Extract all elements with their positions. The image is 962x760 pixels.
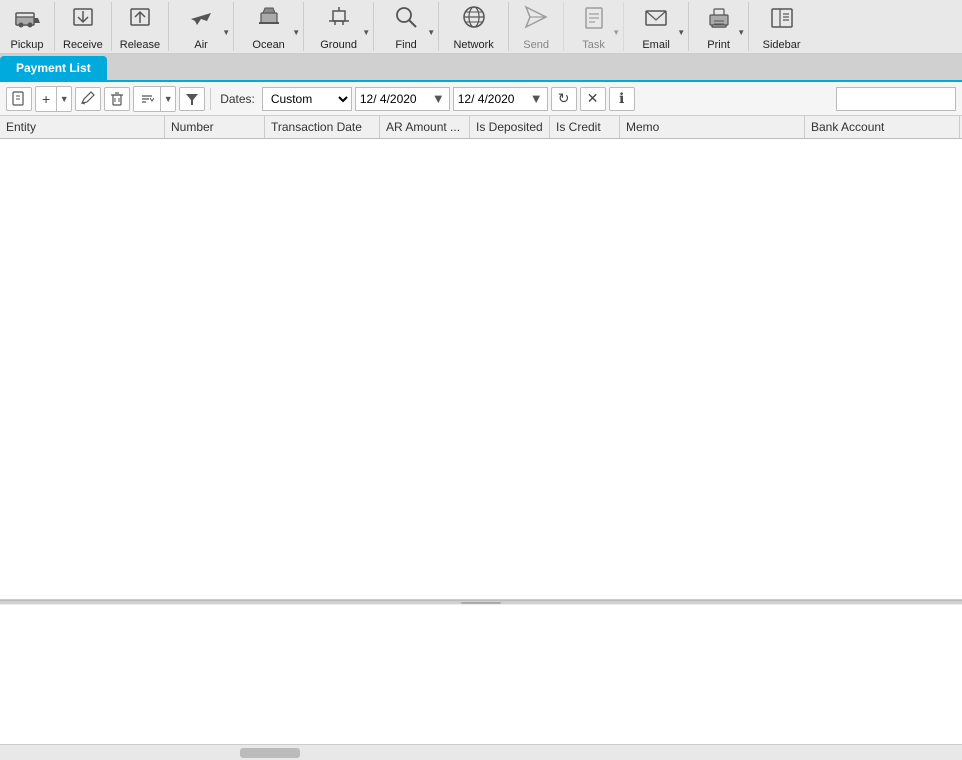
email-icon <box>642 3 670 37</box>
ground-icon <box>325 3 353 37</box>
sort-button-group[interactable]: ▼ <box>133 86 176 112</box>
toolbar-task[interactable]: Task ▼ <box>564 2 624 51</box>
toolbar-print[interactable]: Print ▼ <box>689 2 749 51</box>
air-icon <box>187 3 215 37</box>
date-from-group: ▼ <box>355 87 450 111</box>
release-icon <box>126 3 154 37</box>
toolbar-receive[interactable]: Receive <box>55 2 112 51</box>
split-handle-grip <box>461 602 501 604</box>
separator-1 <box>210 88 211 110</box>
ocean-dropdown-arrow: ▼ <box>292 28 300 37</box>
send-label: Send <box>523 39 549 51</box>
tab-bar: Payment List <box>0 54 962 82</box>
air-label: Air <box>194 39 207 51</box>
toolbar-find[interactable]: Find ▼ <box>374 2 439 51</box>
new-button[interactable] <box>6 87 32 111</box>
col-header-number[interactable]: Number <box>165 116 265 138</box>
receive-label: Receive <box>63 39 103 51</box>
toolbar-email[interactable]: Email ▼ <box>624 2 689 51</box>
col-header-entity[interactable]: Entity <box>0 116 165 138</box>
sidebar-icon <box>768 3 796 37</box>
email-label: Email <box>642 39 670 51</box>
add-button-group[interactable]: + ▼ <box>35 86 72 112</box>
col-header-deposited[interactable]: Is Deposited <box>470 116 550 138</box>
col-header-bank[interactable]: Bank Account <box>805 116 960 138</box>
col-header-txdate[interactable]: Transaction Date <box>265 116 380 138</box>
task-label: Task <box>582 39 605 51</box>
pickup-label: Pickup <box>10 39 43 51</box>
task-icon <box>580 3 608 37</box>
edit-button[interactable] <box>75 87 101 111</box>
grid-header: Entity Number Transaction Date AR Amount… <box>0 116 962 139</box>
col-header-credit[interactable]: Is Credit <box>550 116 620 138</box>
sort-button[interactable] <box>134 87 161 111</box>
clear-button[interactable]: ✕ <box>580 87 606 111</box>
date-to-calendar[interactable]: ▼ <box>530 91 543 106</box>
date-from-input[interactable] <box>360 92 430 106</box>
info-button[interactable]: ℹ <box>609 87 635 111</box>
date-preset-select[interactable]: Custom Today This Week This Month Last M… <box>262 87 352 111</box>
search-input[interactable] <box>836 87 956 111</box>
delete-button[interactable] <box>104 87 130 111</box>
ocean-label: Ocean <box>252 39 284 51</box>
main-toolbar: Pickup Receive Release Air <box>0 0 962 54</box>
toolbar-ocean[interactable]: Ocean ▼ <box>234 2 304 51</box>
ground-label: Ground <box>320 39 357 51</box>
pickup-icon <box>13 3 41 37</box>
toolbar-release[interactable]: Release <box>112 2 169 51</box>
air-dropdown-arrow: ▼ <box>222 28 230 37</box>
date-to-input[interactable] <box>458 92 528 106</box>
print-dropdown-arrow: ▼ <box>737 28 745 37</box>
toolbar-air[interactable]: Air ▼ <box>169 2 234 51</box>
action-bar: + ▼ ▼ <box>0 82 962 116</box>
email-dropdown-arrow: ▼ <box>677 28 685 37</box>
add-button[interactable]: + <box>36 87 57 111</box>
send-icon <box>522 3 550 37</box>
find-icon <box>392 3 420 37</box>
network-icon <box>460 3 488 37</box>
scroll-thumb[interactable] <box>240 748 300 758</box>
dates-label: Dates: <box>220 92 255 106</box>
add-dropdown-arrow[interactable]: ▼ <box>57 87 71 111</box>
ground-dropdown-arrow: ▼ <box>362 28 370 37</box>
grid-container: Entity Number Transaction Date AR Amount… <box>0 116 962 600</box>
toolbar-ground[interactable]: Ground ▼ <box>304 2 374 51</box>
release-label: Release <box>120 39 160 51</box>
ocean-icon <box>255 3 283 37</box>
toolbar-sidebar[interactable]: Sidebar <box>749 2 814 51</box>
find-label: Find <box>395 39 416 51</box>
find-dropdown-arrow: ▼ <box>427 28 435 37</box>
receive-icon <box>69 3 97 37</box>
sidebar-label: Sidebar <box>763 39 801 51</box>
col-header-amount[interactable]: AR Amount ... <box>380 116 470 138</box>
filter-button[interactable] <box>179 87 205 111</box>
print-label: Print <box>707 39 730 51</box>
task-dropdown-arrow: ▼ <box>612 28 620 37</box>
network-label: Network <box>453 39 493 51</box>
sort-dropdown-arrow[interactable]: ▼ <box>161 87 175 111</box>
toolbar-network[interactable]: Network <box>439 2 509 51</box>
date-to-group: ▼ <box>453 87 548 111</box>
horizontal-scrollbar[interactable] <box>0 744 962 760</box>
refresh-button[interactable]: ↻ <box>551 87 577 111</box>
toolbar-pickup[interactable]: Pickup <box>0 2 55 51</box>
print-icon <box>705 3 733 37</box>
date-from-calendar[interactable]: ▼ <box>432 91 445 106</box>
tab-payment-list[interactable]: Payment List <box>0 56 107 80</box>
col-header-memo[interactable]: Memo <box>620 116 805 138</box>
toolbar-send[interactable]: Send <box>509 2 564 51</box>
bottom-panel <box>0 604 962 744</box>
